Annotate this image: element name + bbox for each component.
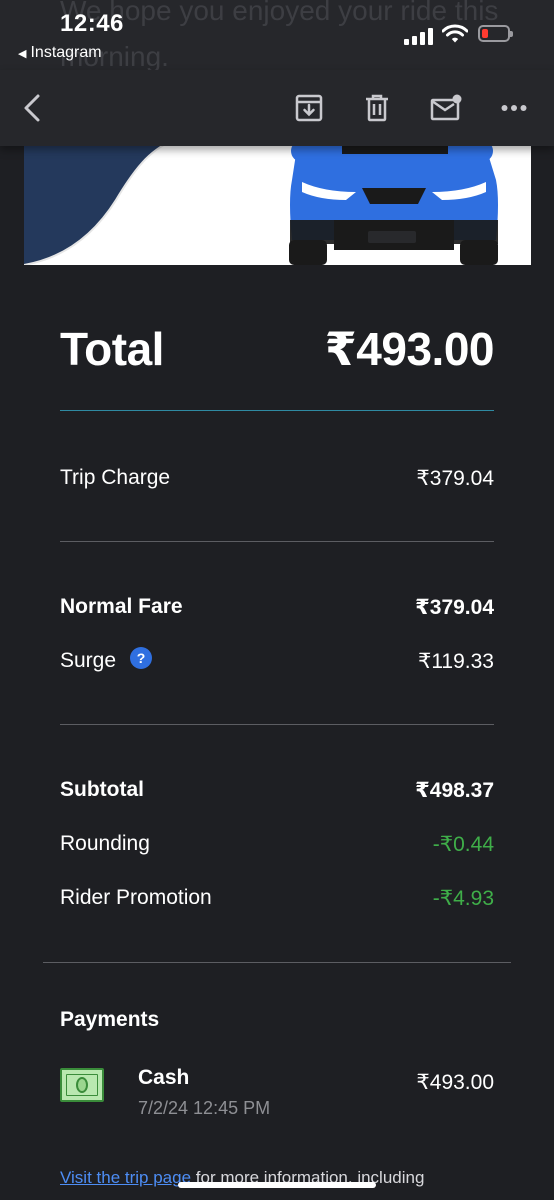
subtotal-value: ₹498.37 [415,778,494,802]
normal-fare-row: Normal Fare ₹379.04 [60,593,494,621]
total-row: Total ₹493.00 [60,322,495,376]
rider-promotion-row: Rider Promotion -₹4.93 [60,884,494,912]
divider [60,541,494,542]
payment-datetime: 7/2/24 12:45 PM [138,1098,271,1118]
surge-value: ₹119.33 [417,649,494,673]
total-label: Total [60,323,164,375]
trash-icon[interactable] [357,88,397,128]
rounding-value: -₹0.44 [432,832,494,856]
rounding-label: Rounding [60,832,150,855]
help-icon[interactable]: ? [130,647,153,669]
archive-icon[interactable] [289,88,329,128]
subtotal-label: Subtotal [60,778,144,801]
trip-charge-label: Trip Charge [60,466,171,489]
email-preview-text: We hope you enjoyed your ride this morni… [60,0,499,72]
trip-charge-value: ₹379.04 [416,466,494,490]
payment-method: Cash [138,1066,190,1089]
wifi-icon [442,24,468,43]
total-divider [60,410,494,411]
rounding-row: Rounding -₹0.44 [60,830,494,858]
car-illustration [24,140,498,265]
rider-promotion-label: Rider Promotion [60,886,212,909]
subtotal-row: Subtotal ₹498.37 [60,776,494,804]
normal-fare-value: ₹379.04 [415,595,494,619]
more-icon[interactable] [494,88,534,128]
divider [43,962,511,963]
back-app-label: Instagram [30,44,102,61]
cash-icon [60,1068,104,1102]
trip-charge-row: Trip Charge ₹379.04 [60,464,494,492]
back-triangle-icon: ◀ [18,48,27,60]
status-time: 12:46 [60,10,124,37]
mail-toolbar [0,70,554,146]
rider-promotion-value: -₹4.93 [432,886,494,910]
payments-title: Payments [60,1008,160,1031]
home-indicator[interactable] [178,1182,376,1188]
divider [60,724,494,725]
back-to-app-link[interactable]: ◀ Instagram [18,44,102,62]
trip-page-link[interactable]: Visit the trip page [60,1168,191,1187]
total-value: ₹493.00 [324,323,495,375]
surge-row: Surge ? ₹119.33 [60,647,494,675]
cellular-signal-icon [404,28,433,45]
ride-banner-illustration [24,140,531,265]
mail-unread-icon[interactable] [426,88,466,128]
normal-fare-label: Normal Fare [60,595,183,618]
surge-label: Surge [60,649,117,672]
battery-icon [478,25,513,42]
back-chevron-icon[interactable] [12,88,52,128]
payment-amount: ₹493.00 [416,1071,494,1094]
